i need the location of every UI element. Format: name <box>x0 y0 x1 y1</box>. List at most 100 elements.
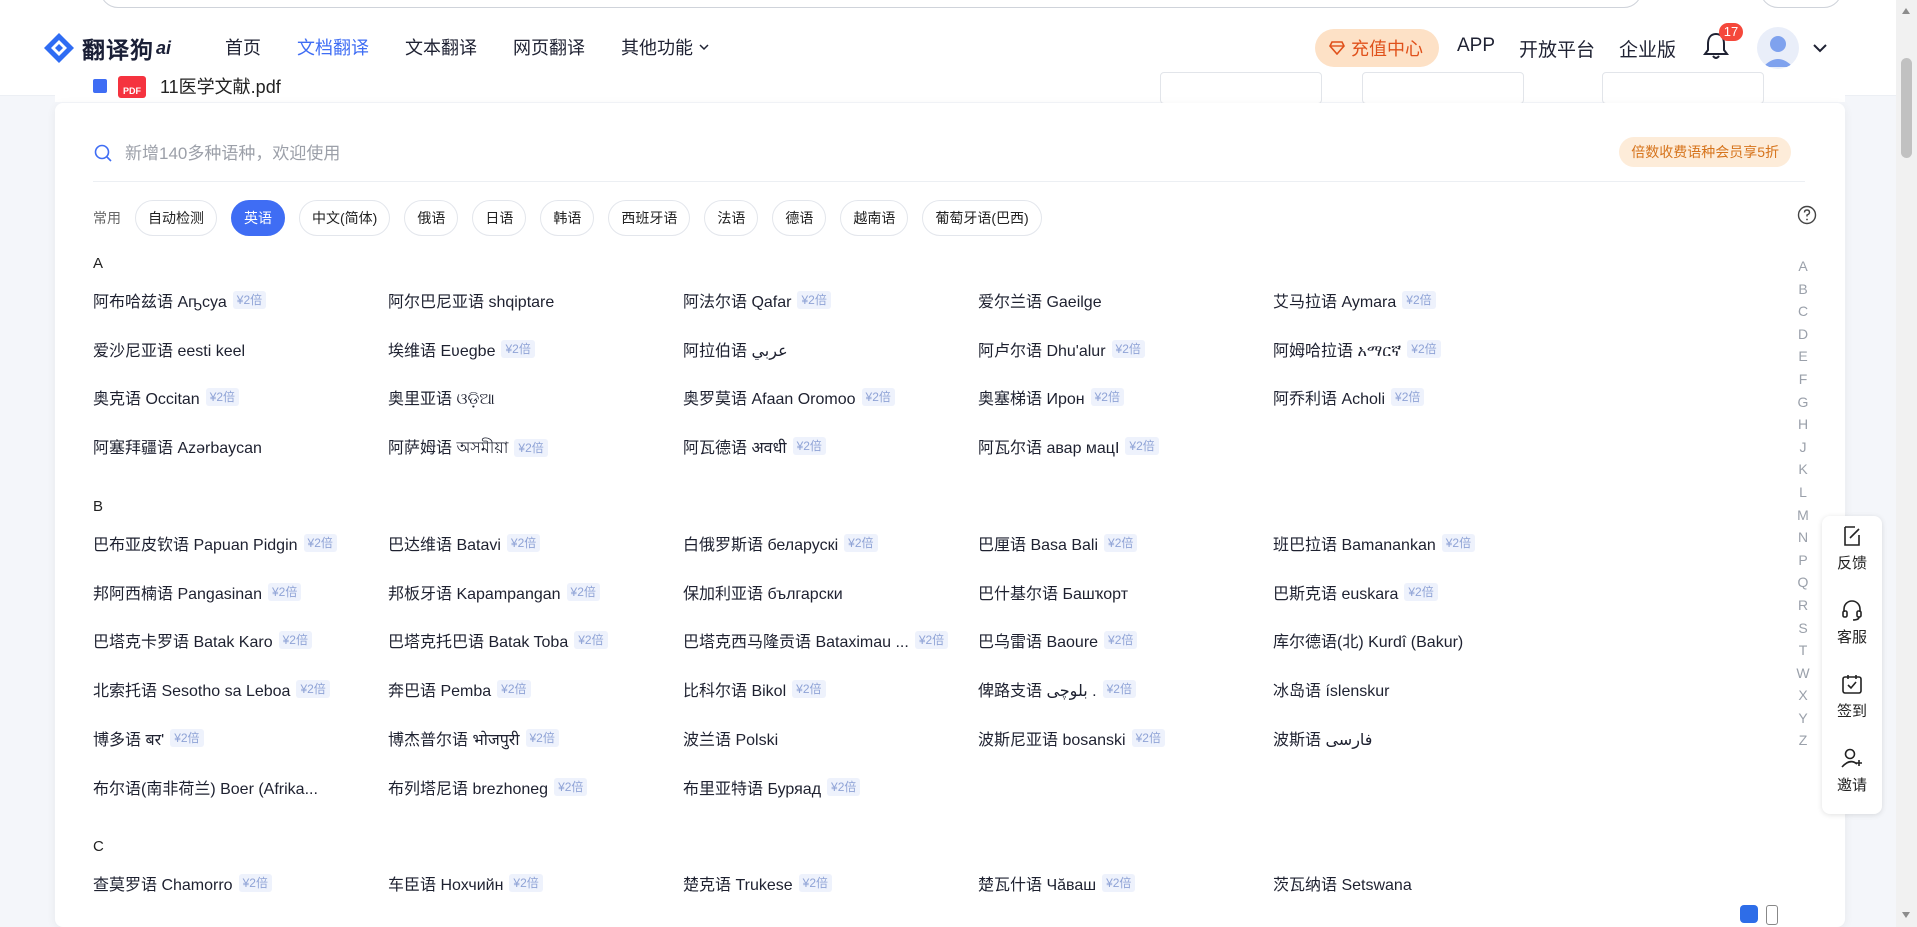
language-option[interactable]: 布里亚特语 Буряад ¥2倍 <box>683 775 861 799</box>
language-option[interactable]: 波斯尼亚语 bosanski ¥2倍 <box>978 726 1165 750</box>
link-enterprise[interactable]: 企业版 <box>1619 35 1676 62</box>
target-language-select[interactable] <box>1362 72 1524 104</box>
language-option[interactable]: 奥里亚语 ଓଡ଼ିଆ <box>388 385 495 409</box>
language-option[interactable]: 巴斯克语 euskara ¥2倍 <box>1273 580 1438 604</box>
scrollbar-thumb[interactable] <box>1901 58 1912 158</box>
language-option[interactable]: 比科尔语 Bikol ¥2倍 <box>683 677 826 701</box>
language-option[interactable]: 邦板牙语 Kapampangan ¥2倍 <box>388 580 600 604</box>
alphabet-index-letter[interactable]: J <box>1796 436 1810 459</box>
nav-other-features[interactable]: 其他功能 <box>621 34 709 60</box>
language-option[interactable]: 博杰普尔语 भोजपुरी ¥2倍 <box>388 726 559 750</box>
chip-auto-detect[interactable]: 自动检测 <box>135 200 217 236</box>
language-option[interactable]: 阿法尔语 Qafar ¥2倍 <box>683 288 831 312</box>
extension-q-icon[interactable] <box>1740 905 1758 923</box>
alphabet-index-letter[interactable]: W <box>1796 662 1810 685</box>
language-option[interactable]: 阿布哈兹语 Аҧсуа ¥2倍 <box>93 288 267 312</box>
language-option[interactable]: 冰岛语 íslenskur <box>1273 677 1389 701</box>
alphabet-index-letter[interactable]: L <box>1796 481 1810 504</box>
checkin-button[interactable]: 签到 <box>1822 672 1882 721</box>
language-option[interactable]: 奥塞梯语 Ирон ¥2倍 <box>978 385 1124 409</box>
language-option[interactable]: 阿姆哈拉语 አማርኛ ¥2倍 <box>1273 337 1441 361</box>
expand-icon[interactable] <box>1766 905 1778 925</box>
alphabet-index-letter[interactable]: F <box>1796 368 1810 391</box>
language-option[interactable]: 巴厘语 Basa Bali ¥2倍 <box>978 531 1138 555</box>
scroll-down-arrow-icon[interactable] <box>1902 912 1910 918</box>
browser-extension-button[interactable] <box>1760 0 1842 8</box>
alphabet-index-letter[interactable]: K <box>1796 458 1810 481</box>
language-option[interactable]: 波斯语 فارسی <box>1273 726 1372 750</box>
alphabet-index-letter[interactable]: Y <box>1796 707 1810 730</box>
nav-home[interactable]: 首页 <box>225 34 261 60</box>
alphabet-index-letter[interactable]: G <box>1796 391 1810 414</box>
language-option[interactable]: 布列塔尼语 brezhoneg ¥2倍 <box>388 775 588 799</box>
language-option[interactable]: 班巴拉语 Bamanankan ¥2倍 <box>1273 531 1476 555</box>
alphabet-index-letter[interactable]: B <box>1796 278 1810 301</box>
browser-url-bar[interactable] <box>100 0 1642 8</box>
feedback-button[interactable]: 反馈 <box>1822 524 1882 573</box>
language-option[interactable]: 爱尔兰语 Gaeilge <box>978 288 1102 312</box>
chip-vietnamese[interactable]: 越南语 <box>840 200 909 236</box>
language-option[interactable]: 巴什基尔语 Башҡорт <box>978 580 1128 604</box>
alphabet-index-letter[interactable]: Z <box>1796 729 1810 752</box>
scroll-up-arrow-icon[interactable] <box>1902 8 1910 14</box>
language-option[interactable]: 巴塔克托巴语 Batak Toba ¥2倍 <box>388 628 608 652</box>
site-logo[interactable]: 翻译狗 ai <box>42 32 171 64</box>
language-option[interactable]: 邦阿西楠语 Pangasinan ¥2倍 <box>93 580 302 604</box>
chip-korean[interactable]: 韩语 <box>540 200 595 236</box>
language-option[interactable]: 奥克语 Occitan ¥2倍 <box>93 385 240 409</box>
alphabet-index-letter[interactable]: T <box>1796 639 1810 662</box>
language-option[interactable]: 奔巴语 Pemba ¥2倍 <box>388 677 531 701</box>
language-option[interactable]: 博多语 बर' ¥2倍 <box>93 726 204 750</box>
language-option[interactable]: 巴塔克西马隆贡语 Bataximau ... ¥2倍 <box>683 628 949 652</box>
language-option[interactable]: 阿拉伯语 عربي <box>683 337 788 361</box>
language-option[interactable]: 楚克语 Trukese ¥2倍 <box>683 871 833 895</box>
language-option[interactable]: 阿瓦尔语 авар мацӀ ¥2倍 <box>978 434 1159 458</box>
language-option[interactable]: 查莫罗语 Chamorro ¥2倍 <box>93 871 272 895</box>
chip-german[interactable]: 德语 <box>772 200 827 236</box>
language-option[interactable]: 阿卢尔语 Dhu'alur ¥2倍 <box>978 337 1145 361</box>
language-option[interactable]: 巴布亚皮钦语 Papuan Pidgin ¥2倍 <box>93 531 337 555</box>
chip-english[interactable]: 英语 <box>231 200 285 236</box>
language-option[interactable]: 楚瓦什语 Чăваш ¥2倍 <box>978 871 1136 895</box>
chip-chinese-simplified[interactable]: 中文(简体) <box>299 200 391 236</box>
source-language-select[interactable] <box>1160 72 1322 104</box>
language-option[interactable]: 车臣语 Нохчийн ¥2倍 <box>388 871 543 895</box>
alphabet-index-letter[interactable]: A <box>1796 255 1810 278</box>
recharge-center-button[interactable]: 充值中心 <box>1315 29 1439 67</box>
nav-text-translate[interactable]: 文本翻译 <box>405 34 477 60</box>
alphabet-index-letter[interactable]: X <box>1796 684 1810 707</box>
chevron-down-icon[interactable] <box>1812 42 1828 54</box>
language-option[interactable]: 茨瓦纳语 Setswana <box>1273 871 1412 895</box>
link-open-platform[interactable]: 开放平台 <box>1519 35 1595 62</box>
language-option[interactable]: 俾路支语 بلوچی . ¥2倍 <box>978 677 1136 701</box>
alphabet-index-letter[interactable]: R <box>1796 594 1810 617</box>
chip-russian[interactable]: 俄语 <box>404 200 459 236</box>
language-option[interactable]: 波兰语 Polski <box>683 726 778 750</box>
page-scrollbar[interactable] <box>1896 0 1917 927</box>
chip-japanese[interactable]: 日语 <box>472 200 527 236</box>
language-option[interactable]: 艾马拉语 Aymara ¥2倍 <box>1273 288 1436 312</box>
chip-french[interactable]: 法语 <box>704 200 759 236</box>
language-option[interactable]: 保加利亚语 български <box>683 580 843 604</box>
nav-doc-translate[interactable]: 文档翻译 <box>297 34 369 60</box>
language-option[interactable]: 阿尔巴尼亚语 shqiptare <box>388 288 554 312</box>
invite-button[interactable]: 邀请 <box>1822 746 1882 795</box>
chip-spanish[interactable]: 西班牙语 <box>608 200 691 236</box>
avatar[interactable] <box>1757 27 1799 69</box>
chip-portuguese-brazil[interactable]: 葡萄牙语(巴西) <box>922 200 1042 236</box>
language-option[interactable]: 阿萨姆语 অসমীয়া ¥2倍 <box>388 434 548 462</box>
alphabet-index-letter[interactable]: Q <box>1796 571 1810 594</box>
language-option[interactable]: 阿乔利语 Acholi ¥2倍 <box>1273 385 1425 409</box>
language-option[interactable]: 奥罗莫语 Afaan Oromoo ¥2倍 <box>683 385 895 409</box>
language-option[interactable]: 埃维语 Eʋegbe ¥2倍 <box>388 337 535 361</box>
language-option[interactable]: 巴乌雷语 Baoure ¥2倍 <box>978 628 1138 652</box>
alphabet-index-letter[interactable]: M <box>1796 504 1810 527</box>
help-icon[interactable] <box>1797 205 1817 225</box>
alphabet-index-letter[interactable]: D <box>1796 323 1810 346</box>
language-option[interactable]: 阿瓦德语 अवधी ¥2倍 <box>683 434 826 458</box>
language-option[interactable]: 巴达维语 Batavi ¥2倍 <box>388 531 541 555</box>
language-option[interactable]: 爱沙尼亚语 eesti keel <box>93 337 245 361</box>
language-option[interactable]: 北索托语 Sesotho sa Leboa ¥2倍 <box>93 677 330 701</box>
link-app[interactable]: APP <box>1457 35 1495 62</box>
alphabet-index-letter[interactable]: N <box>1796 526 1810 549</box>
